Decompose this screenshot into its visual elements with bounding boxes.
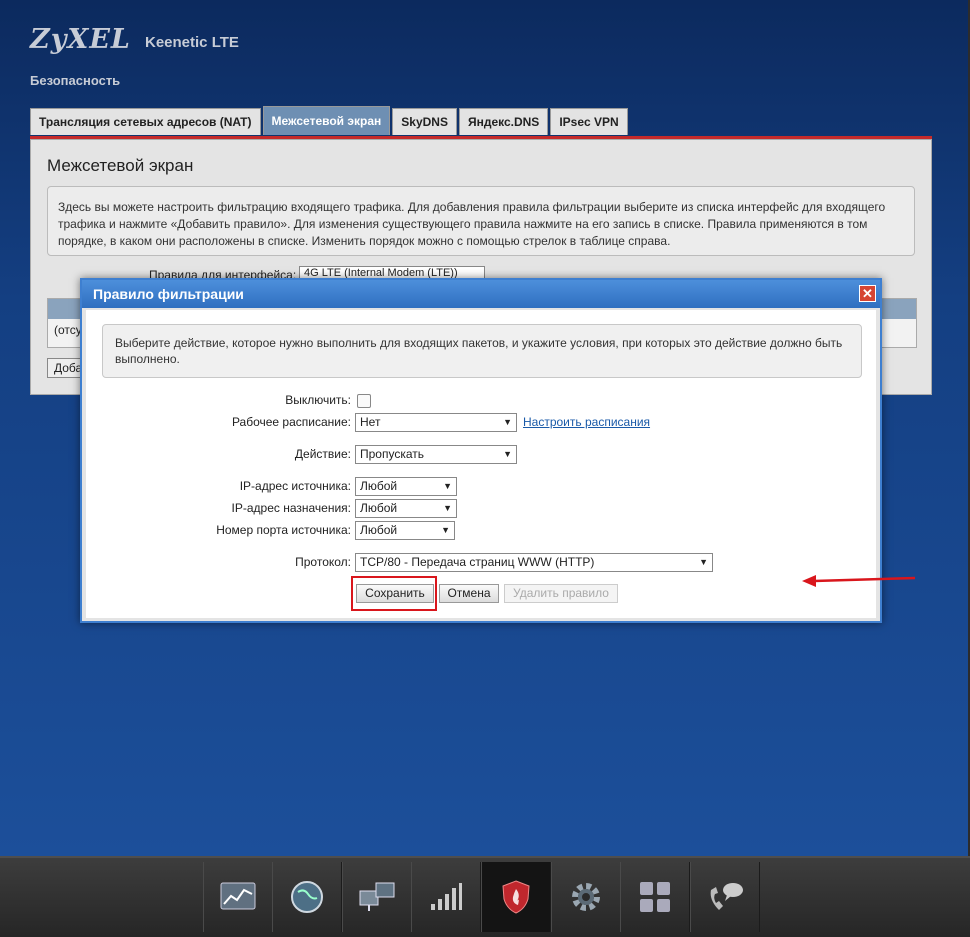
source-ip-value: Любой <box>360 479 398 493</box>
destination-ip-select[interactable]: Любой ▼ <box>355 499 457 518</box>
dialog-description: Выберите действие, которое нужно выполни… <box>102 324 862 378</box>
shield-icon[interactable] <box>481 862 551 932</box>
action-value: Пропускать <box>360 447 425 461</box>
product-name: Keenetic LTE <box>145 34 239 51</box>
disable-checkbox[interactable] <box>357 394 371 408</box>
brand-logo: ZyXEL <box>30 24 131 55</box>
configure-schedules-link[interactable]: Настроить расписания <box>523 415 650 429</box>
source-port-value: Любой <box>360 523 398 537</box>
chevron-down-icon: ▼ <box>503 449 512 459</box>
filter-rule-dialog: Правило фильтрации ✕ Выберите действие, … <box>80 278 916 623</box>
destination-ip-value: Любой <box>360 501 398 515</box>
tab-nat[interactable]: Трансляция сетевых адресов (NAT) <box>30 108 261 135</box>
dialog-title-bar: Правило фильтрации ✕ <box>82 280 880 308</box>
close-icon[interactable]: ✕ <box>859 285 876 302</box>
protocol-label: Протокол: <box>295 555 351 569</box>
action-label: Действие: <box>294 447 351 461</box>
disable-label: Выключить: <box>285 393 351 407</box>
tab-firewall[interactable]: Межсетевой экран <box>262 106 391 135</box>
chevron-down-icon: ▼ <box>443 481 452 491</box>
source-port-label: Номер порта источника: <box>216 523 351 537</box>
apps-grid-icon[interactable] <box>620 862 690 932</box>
schedule-select[interactable]: Нет ▼ <box>355 413 517 432</box>
delete-rule-button[interactable]: Удалить правило <box>504 584 618 603</box>
globe-icon[interactable] <box>272 862 342 932</box>
schedule-value: Нет <box>360 415 381 429</box>
chevron-down-icon: ▼ <box>443 503 452 513</box>
save-button[interactable]: Сохранить <box>356 584 434 603</box>
tab-skydns[interactable]: SkyDNS <box>392 108 457 135</box>
section-title: Безопасность <box>30 73 121 88</box>
signal-bars-icon[interactable] <box>411 862 481 932</box>
tab-yandex-dns[interactable]: Яндекс.DNS <box>458 108 549 135</box>
phone-chat-icon[interactable] <box>690 862 760 932</box>
tab-ipsec-vpn[interactable]: IPsec VPN <box>550 108 628 135</box>
dialog-body: Выберите действие, которое нужно выполни… <box>86 310 916 618</box>
source-port-select[interactable]: Любой ▼ <box>355 521 455 540</box>
bottom-dock <box>0 856 970 937</box>
chart-icon[interactable] <box>203 862 273 932</box>
panel-title: Межсетевой экран <box>47 156 194 175</box>
chevron-down-icon: ▼ <box>503 417 512 427</box>
tab-bar: Трансляция сетевых адресов (NAT) Межсете… <box>30 106 630 136</box>
gear-icon[interactable] <box>551 862 621 932</box>
network-icon[interactable] <box>342 862 412 932</box>
schedule-label: Рабочее расписание: <box>231 415 351 429</box>
action-select[interactable]: Пропускать ▼ <box>355 445 517 464</box>
red-arrow-annotation <box>802 575 916 587</box>
destination-ip-label: IP-адрес назначения: <box>231 501 351 515</box>
source-ip-label: IP-адрес источника: <box>239 479 351 493</box>
source-ip-select[interactable]: Любой ▼ <box>355 477 457 496</box>
protocol-value: TCP/80 - Передача страниц WWW (HTTP) <box>360 555 595 569</box>
protocol-select[interactable]: TCP/80 - Передача страниц WWW (HTTP) ▼ <box>355 553 713 572</box>
chevron-down-icon: ▼ <box>441 525 450 535</box>
panel-description: Здесь вы можете настроить фильтрацию вхо… <box>47 186 915 256</box>
dialog-title: Правило фильтрации <box>93 286 244 302</box>
chevron-down-icon: ▼ <box>699 557 708 567</box>
cancel-button[interactable]: Отмена <box>439 584 499 603</box>
